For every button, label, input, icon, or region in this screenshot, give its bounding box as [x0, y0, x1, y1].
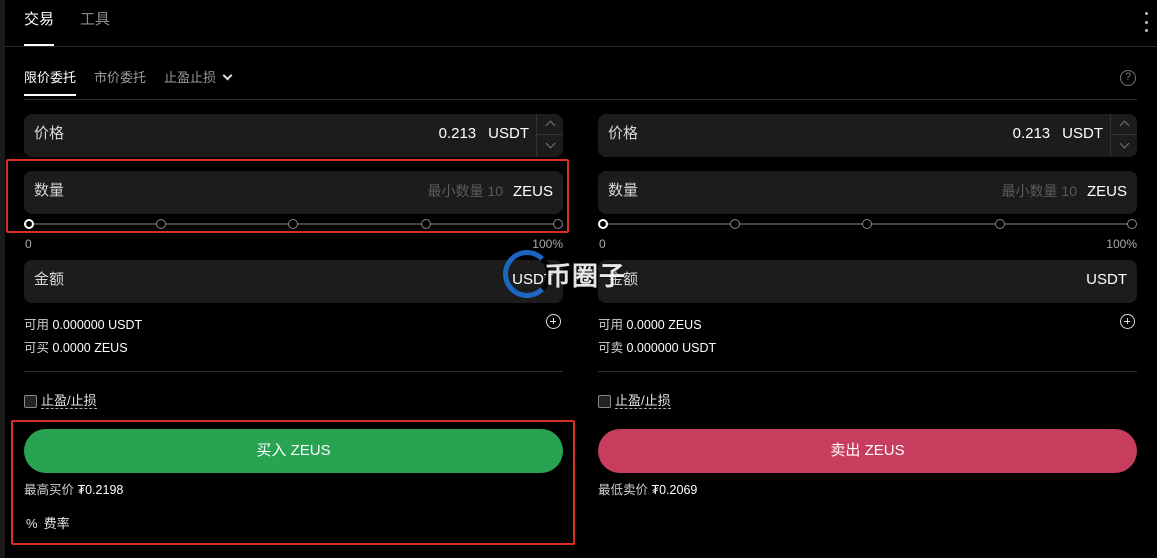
buy-tpsl-label: 止盈/止损	[41, 393, 97, 409]
sell-price-stepper	[1110, 114, 1137, 157]
sell-qty-value-wrap: 最小数量 10 ZEUS	[1002, 171, 1127, 212]
tab-tpsl-label: 止盈止损	[164, 70, 217, 85]
buy-quantity-field[interactable]: 数量 最小数量 10 ZEUS	[24, 171, 563, 214]
buy-best-price: 最高买价 ₮0.2198	[24, 479, 123, 498]
top-tabs: 交易 工具	[24, 0, 110, 46]
sell-available-label: 可用	[598, 318, 624, 332]
help-icon[interactable]: ?	[1120, 70, 1136, 86]
buy-available-value: 0.000000 USDT	[52, 318, 143, 332]
buy-best-label: 最高买价	[24, 483, 75, 497]
sell-amount-unit: USDT	[1086, 271, 1127, 288]
checkbox-icon[interactable]	[24, 394, 37, 408]
buy-available: 可用 0.000000 USDT	[24, 314, 142, 333]
buy-price-increment-icon[interactable]	[537, 114, 563, 135]
sell-price-label: 价格	[608, 125, 639, 142]
buy-slider-handle[interactable]	[24, 219, 34, 229]
buy-slider-min-label: 0	[25, 237, 32, 251]
buy-price-field[interactable]: 价格 0.213 USDT	[24, 114, 563, 157]
tab-trade[interactable]: 交易	[24, 0, 55, 46]
watermark-logo-icon	[503, 250, 551, 298]
buy-amount-label: 金额	[34, 271, 65, 288]
buy-button[interactable]: 买入 ZEUS	[24, 429, 563, 473]
buy-can-value: 0.0000 ZEUS	[52, 341, 128, 355]
sell-available: 可用 0.0000 ZEUS	[598, 314, 702, 333]
sell-qty-placeholder: 最小数量 10	[1001, 183, 1077, 199]
buy-qty-unit: ZEUS	[512, 183, 553, 200]
plus-circle-icon[interactable]	[546, 314, 561, 329]
sell-slider-min-label: 0	[599, 237, 606, 251]
sell-best-label: 最低卖价	[598, 483, 649, 497]
sell-can-sell: 可卖 0.000000 USDT	[598, 337, 716, 356]
fee-rate[interactable]: % 费率	[26, 513, 70, 532]
sell-amount-field[interactable]: 金额 USDT	[598, 260, 1137, 303]
buy-qty-placeholder: 最小数量 10	[427, 183, 503, 199]
sell-slider-step-75[interactable]	[995, 219, 1005, 229]
buy-amount-field[interactable]: 金额 USDT	[24, 260, 563, 303]
order-divider	[24, 99, 1137, 100]
sell-tpsl-toggle[interactable]: 止盈/止损	[598, 393, 671, 409]
top-divider	[5, 46, 1157, 47]
buy-price-stepper	[536, 114, 563, 157]
buy-price-value[interactable]: 0.213	[439, 125, 477, 142]
order-type-tabs: 限价委托 市价委托 止盈止损	[24, 60, 233, 100]
sell-slider-step-50[interactable]	[862, 219, 872, 229]
tab-market-order[interactable]: 市价委托	[94, 60, 146, 96]
buy-available-label: 可用	[24, 318, 50, 332]
watermark-text: 币圈子	[545, 260, 627, 291]
tab-tools[interactable]: 工具	[80, 0, 110, 46]
buy-price-value-wrap: 0.213 USDT	[439, 114, 529, 154]
buy-price-unit: USDT	[488, 125, 529, 142]
sell-slider-handle[interactable]	[598, 219, 608, 229]
buy-separator	[24, 371, 563, 372]
fee-rate-label: 费率	[43, 516, 70, 531]
sell-separator	[598, 371, 1137, 372]
sell-best-value: ₮0.2069	[651, 483, 698, 497]
buy-tpsl-toggle[interactable]: 止盈/止损	[24, 393, 97, 409]
sell-price-value-wrap: 0.213 USDT	[1013, 114, 1103, 154]
buy-slider-max-label: 100%	[532, 237, 563, 251]
sell-qty-unit: ZEUS	[1086, 183, 1127, 200]
kebab-menu-icon[interactable]	[1143, 12, 1149, 32]
buy-can-buy: 可买 0.0000 ZEUS	[24, 337, 128, 356]
buy-price-label: 价格	[34, 125, 65, 142]
buy-quantity-slider[interactable]: 0 100%	[24, 218, 563, 251]
buy-slider-step-25[interactable]	[156, 219, 166, 229]
sell-slider-step-100[interactable]	[1127, 219, 1137, 229]
percent-icon: %	[26, 516, 38, 531]
sell-price-field[interactable]: 价格 0.213 USDT	[598, 114, 1137, 157]
sell-tpsl-label: 止盈/止损	[615, 393, 671, 409]
buy-qty-label: 数量	[34, 182, 65, 199]
sell-available-value: 0.0000 ZEUS	[626, 318, 702, 332]
sell-can-label: 可卖	[598, 341, 624, 355]
sell-qty-label: 数量	[608, 182, 639, 199]
buy-slider-step-50[interactable]	[288, 219, 298, 229]
sell-price-value[interactable]: 0.213	[1013, 125, 1051, 142]
sell-slider-max-label: 100%	[1106, 237, 1137, 251]
sell-quantity-field[interactable]: 数量 最小数量 10 ZEUS	[598, 171, 1137, 214]
checkbox-icon[interactable]	[598, 394, 611, 408]
sell-can-value: 0.000000 USDT	[626, 341, 717, 355]
sell-quantity-slider[interactable]: 0 100%	[598, 218, 1137, 251]
buy-slider-step-75[interactable]	[421, 219, 431, 229]
watermark: 币圈子	[503, 250, 626, 298]
sell-best-price: 最低卖价 ₮0.2069	[598, 479, 697, 498]
tab-tpsl-order[interactable]: 止盈止损	[164, 60, 233, 96]
buy-can-label: 可买	[24, 341, 50, 355]
sell-slider-step-25[interactable]	[730, 219, 740, 229]
sell-price-unit: USDT	[1062, 125, 1103, 142]
buy-slider-step-100[interactable]	[553, 219, 563, 229]
left-edge	[0, 0, 5, 558]
buy-qty-value-wrap: 最小数量 10 ZEUS	[428, 171, 553, 212]
buy-best-value: ₮0.2198	[77, 483, 124, 497]
chevron-down-icon[interactable]	[222, 70, 233, 81]
sell-button[interactable]: 卖出 ZEUS	[598, 429, 1137, 473]
sell-price-decrement-icon[interactable]	[1111, 135, 1137, 156]
tab-limit-order[interactable]: 限价委托	[24, 60, 77, 96]
buy-price-decrement-icon[interactable]	[537, 135, 563, 156]
plus-circle-icon[interactable]	[1120, 314, 1135, 329]
sell-price-increment-icon[interactable]	[1111, 114, 1137, 135]
